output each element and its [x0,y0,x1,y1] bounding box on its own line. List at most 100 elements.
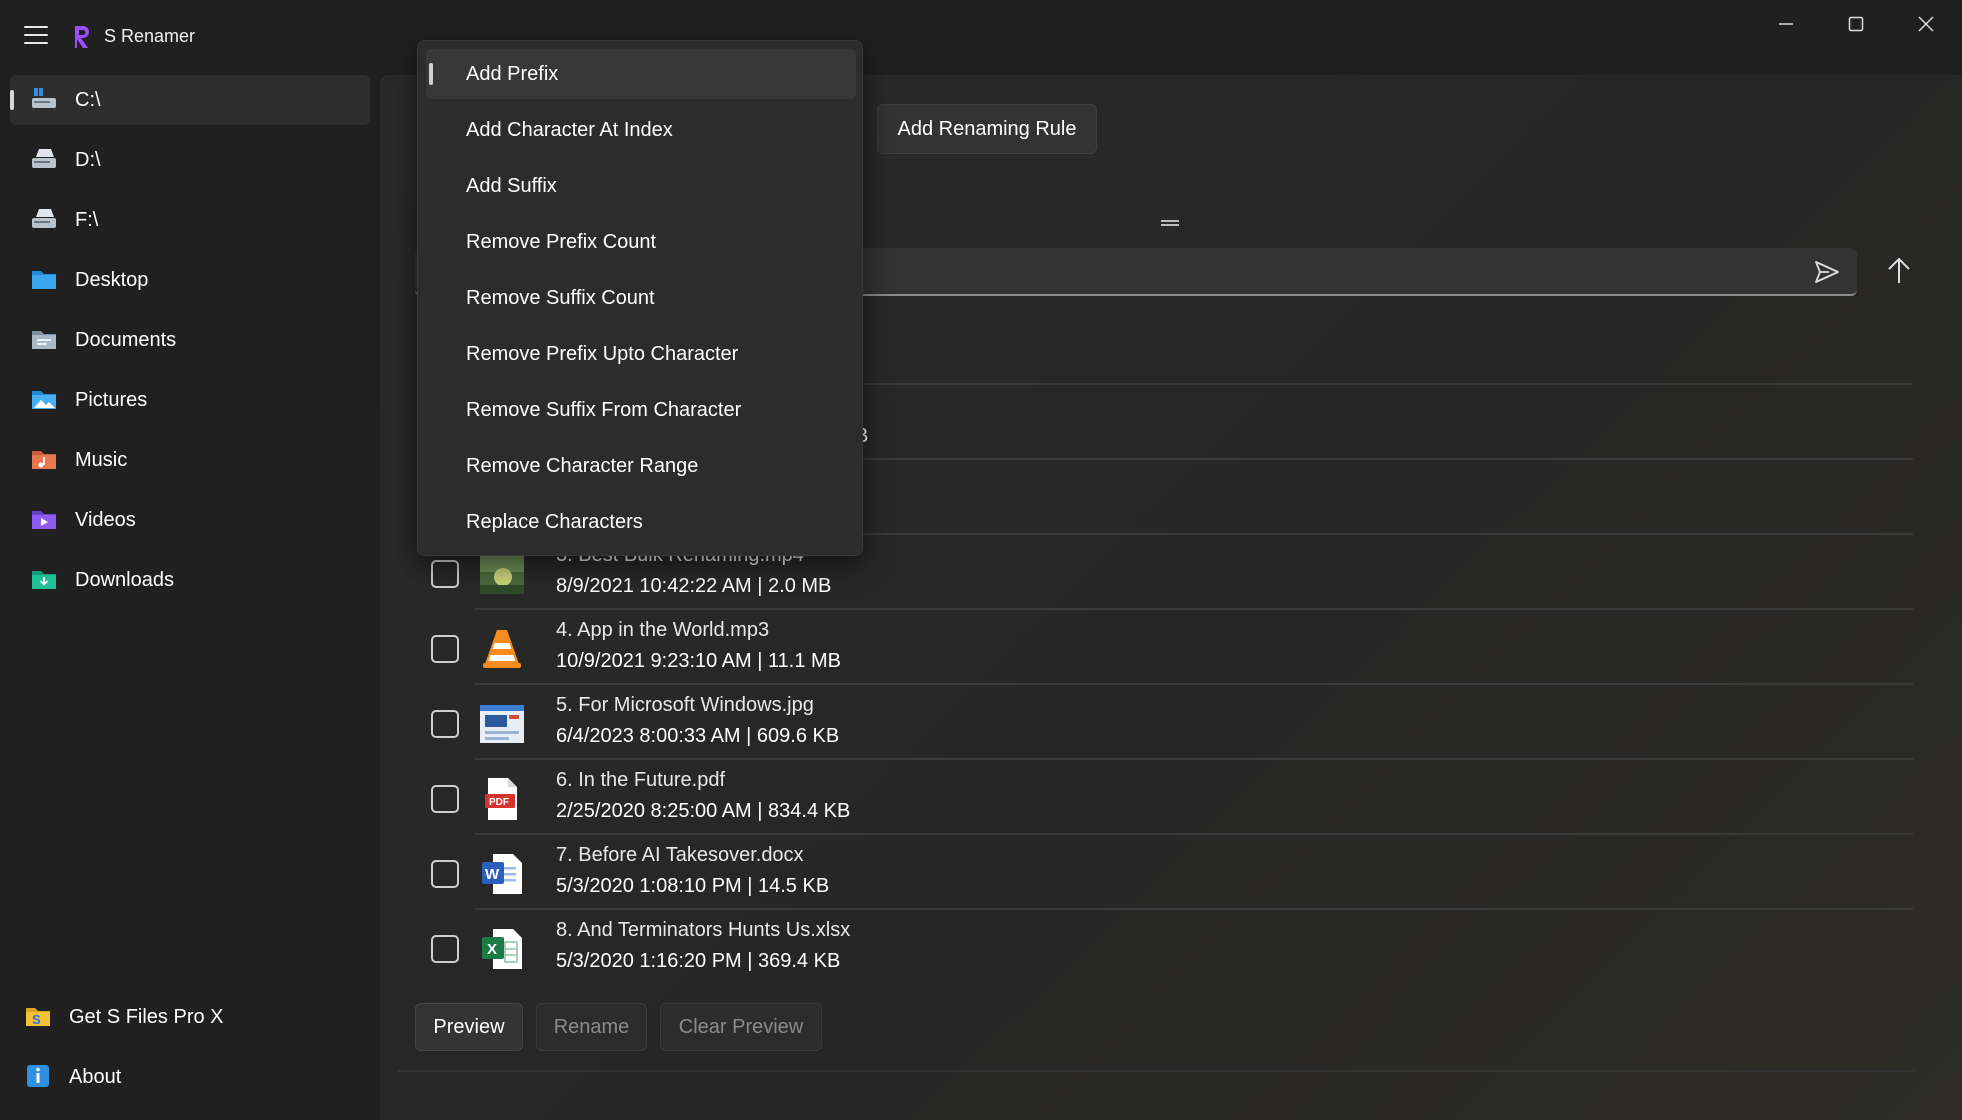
sidebar-item-c-drive[interactable]: C:\ [10,75,370,125]
menu-item-label: Remove Suffix Count [466,286,655,309]
file-meta: 2/25/2020 8:25:00 AM | 834.4 KB [556,800,851,822]
arrow-up-icon[interactable] [1884,256,1914,286]
menu-item-remove-prefix-count[interactable]: Remove Prefix Count [426,217,856,267]
file-checkbox[interactable] [431,560,459,588]
clear-preview-button[interactable]: Clear Preview [660,1003,822,1051]
file-meta: 5/3/2020 1:16:20 PM | 369.4 KB [556,950,841,972]
file-row[interactable]: W 7. Before AI Takesover.docx 5/3/2020 1… [415,835,1913,910]
file-name: 5. For Microsoft Windows.jpg [556,694,814,716]
minimize-icon [1779,23,1793,25]
sidebar-item-label: Get S Files Pro X [69,1006,224,1028]
excel-icon: X [482,929,522,969]
menu-item-replace-characters[interactable]: Replace Characters [426,497,856,547]
sidebar-item-desktop[interactable]: Desktop [10,255,370,305]
maximize-icon [1848,16,1864,32]
splitter-grip[interactable] [1161,220,1179,226]
desktop-folder-icon [32,271,56,289]
file-checkbox[interactable] [431,710,459,738]
vlc-cone-icon [483,630,521,668]
menu-item-remove-character-range[interactable]: Remove Character Range [426,441,856,491]
sidebar-item-label: Pictures [75,389,148,411]
info-icon [27,1065,49,1087]
file-checkbox[interactable] [431,785,459,813]
file-row[interactable]: PDF 6. In the Future.pdf 2/25/2020 8:25:… [415,760,1913,835]
sidebar-item-label: Videos [75,509,136,531]
rename-button[interactable]: Rename [536,1003,647,1051]
word-icon: W [482,854,522,894]
sidebar-item-label: Downloads [75,569,174,591]
pdf-icon: PDF [485,778,517,820]
sidebar-item-get-s-files[interactable]: S Get S Files Pro X [10,992,370,1042]
file-name: 7. Before AI Takesover.docx [556,844,804,866]
hamburger-menu-icon[interactable] [24,26,48,46]
sidebar-item-d-drive[interactable]: D:\ [10,135,370,185]
sidebar-item-videos[interactable]: Videos [10,495,370,545]
sidebar-item-about[interactable]: About [10,1052,370,1102]
file-meta: 10/9/2021 9:23:10 AM | 11.1 MB [556,650,842,672]
menu-item-label: Add Prefix [466,62,559,85]
pictures-folder-icon [32,391,56,409]
file-name: 4. App in the World.mp3 [556,619,770,641]
app-title: S Renamer [104,26,196,46]
menu-item-label: Replace Characters [466,510,643,533]
close-button[interactable] [1892,0,1960,48]
menu-item-label: Add Character At Index [466,118,673,141]
file-checkbox[interactable] [431,935,459,963]
close-icon [1918,16,1934,32]
minimize-button[interactable] [1752,0,1820,48]
menu-item-add-suffix[interactable]: Add Suffix [426,161,856,211]
menu-item-remove-suffix-from-character[interactable]: Remove Suffix From Character [426,385,856,435]
menu-item-remove-suffix-count[interactable]: Remove Suffix Count [426,273,856,323]
file-meta: 8/9/2021 10:42:22 AM | 2.0 MB [556,575,832,597]
sidebar-item-label: D:\ [75,149,101,171]
sidebar-item-downloads[interactable]: Downloads [10,555,370,605]
svg-text:X: X [487,941,497,958]
drive-icon [32,149,56,168]
sidebar-item-label: Documents [75,329,177,351]
file-checkbox[interactable] [431,860,459,888]
svg-text:PDF: PDF [489,797,509,808]
rule-type-menu: Add Prefix Add Character At Index Add Su… [417,40,863,556]
sidebar: C:\ D:\ F:\ Desktop Documents Pictures M… [0,75,380,1120]
menu-item-label: Add Suffix [466,174,557,197]
downloads-folder-icon [32,571,56,589]
menu-item-label: Remove Suffix From Character [466,398,742,421]
menu-item-add-prefix[interactable]: Add Prefix [426,49,856,99]
file-checkbox[interactable] [431,635,459,663]
documents-folder-icon [32,331,56,349]
sidebar-item-label: Desktop [75,269,149,291]
menu-item-add-character-at-index[interactable]: Add Character At Index [426,105,856,155]
menu-item-label: Remove Character Range [466,454,699,477]
add-renaming-rule-button[interactable]: Add Renaming Rule [877,104,1097,154]
sidebar-item-documents[interactable]: Documents [10,315,370,365]
video-thumbnail-icon [480,554,524,594]
music-folder-icon [32,451,56,469]
file-name: 6. In the Future.pdf [556,769,725,791]
sidebar-item-label: C:\ [75,89,101,111]
sidebar-item-music[interactable]: Music [10,435,370,485]
app-logo-icon [75,26,89,48]
file-row[interactable]: 4. App in the World.mp3 10/9/2021 9:23:1… [415,610,1913,685]
svg-text:S: S [32,1012,41,1027]
svg-text:W: W [485,866,500,883]
menu-item-remove-prefix-upto-character[interactable]: Remove Prefix Upto Character [426,329,856,379]
image-thumbnail-icon [480,705,524,743]
file-row[interactable]: X 8. And Terminators Hunts Us.xlsx 5/3/2… [415,910,1913,985]
title-bar: S Renamer [0,0,1962,75]
bottom-divider [398,1070,1914,1072]
drive-icon [32,209,56,228]
file-meta: 5/3/2020 1:08:10 PM | 14.5 KB [556,875,830,897]
menu-item-label: Remove Prefix Upto Character [466,342,739,365]
sidebar-item-label: F:\ [75,209,99,231]
s-files-icon: S [26,1008,50,1027]
maximize-button[interactable] [1822,0,1890,48]
send-icon[interactable] [1813,259,1841,285]
sidebar-item-pictures[interactable]: Pictures [10,375,370,425]
drive-c-icon [32,88,56,108]
file-meta: 6/4/2023 8:00:33 AM | 609.6 KB [556,725,840,747]
videos-folder-icon [32,511,56,529]
sidebar-item-label: Music [75,449,128,471]
file-row[interactable]: 5. For Microsoft Windows.jpg 6/4/2023 8:… [415,685,1913,760]
preview-button[interactable]: Preview [415,1003,523,1051]
sidebar-item-f-drive[interactable]: F:\ [10,195,370,245]
